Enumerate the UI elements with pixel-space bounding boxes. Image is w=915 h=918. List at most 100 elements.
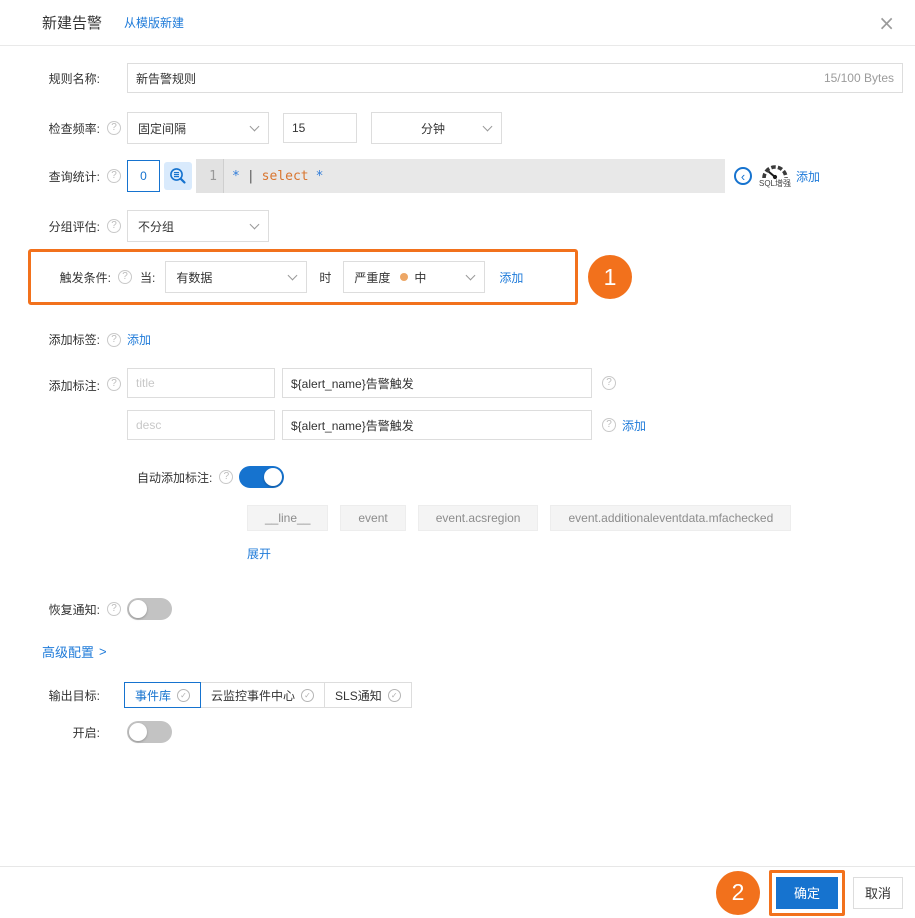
auto-annotation-toggle[interactable] (239, 466, 285, 488)
add-annotation-link[interactable]: 添加 (622, 417, 646, 434)
advanced-config-row: 高级配置 > (30, 642, 903, 661)
add-tags-row: 添加标签: ? 添加 (30, 331, 903, 348)
add-tag-link[interactable]: 添加 (127, 331, 151, 348)
chevron-down-icon (287, 270, 298, 281)
recovery-notify-label: 恢复通知: (48, 602, 100, 617)
chevron-down-icon (482, 121, 493, 132)
trigger-condition-select[interactable]: 有数据 (165, 261, 308, 293)
dialog-body: 规则名称: 15/100 Bytes 检查频率: ? 固定间隔 分钟 查询统计:… (0, 46, 915, 743)
cancel-button[interactable]: 取消 (853, 876, 903, 909)
expand-row: 展开 (30, 545, 903, 562)
check-circle-icon: ✓ (177, 688, 191, 702)
tab-sls-notification[interactable]: SLS通知 ✓ (324, 682, 412, 708)
preview-query-button[interactable] (164, 162, 192, 190)
dialog-header: 新建告警 从模版新建 × (0, 0, 915, 46)
chevron-down-icon (249, 121, 260, 132)
sql-enhance-label: SQL增强 (759, 179, 792, 188)
code-token: select (261, 168, 309, 184)
enable-label: 开启: (72, 725, 100, 740)
search-icon (170, 168, 186, 184)
interval-type-value: 固定间隔 (138, 121, 187, 136)
tab-cloudmonitor-event-center[interactable]: 云监控事件中心 ✓ (200, 682, 326, 708)
trigger-condition-row: 触发条件: ? 当: 有数据 时 严重度 中 添加 1 (28, 249, 903, 305)
annotation-key-input[interactable] (127, 410, 275, 440)
add-query-link[interactable]: 添加 (796, 168, 820, 185)
help-icon[interactable]: ? (219, 470, 234, 484)
auto-annotation-row: 自动添加标注: ? (30, 466, 903, 488)
annotation-badge-2: 2 (716, 870, 760, 915)
expand-link[interactable]: 展开 (247, 547, 271, 561)
tab-label: SLS通知 (335, 688, 382, 703)
annotation-value-input[interactable] (282, 368, 592, 398)
dialog-title: 新建告警 (42, 15, 103, 32)
help-icon[interactable]: ? (107, 169, 121, 183)
confirm-button[interactable]: 确定 (776, 876, 838, 909)
annotation-badge-1: 1 (588, 255, 632, 299)
help-icon[interactable]: ? (602, 418, 616, 432)
severity-prefix: 严重度 (354, 270, 391, 285)
chip: event.acsregion (417, 505, 539, 531)
output-target-row: 输出目标: 事件库 ✓ 云监控事件中心 ✓ SLS通知 ✓ (30, 682, 903, 708)
code-token: | (246, 168, 255, 184)
annotation-key-input[interactable] (127, 368, 275, 398)
help-icon[interactable]: ? (107, 377, 121, 391)
enable-toggle[interactable] (127, 721, 172, 743)
rule-name-input[interactable] (127, 63, 903, 93)
interval-type-select[interactable]: 固定间隔 (127, 112, 269, 144)
auto-annotation-label: 自动添加标注: (137, 470, 213, 485)
close-icon[interactable]: × (878, 13, 895, 33)
severity-value: 中 (414, 270, 427, 285)
trigger-when-label: 当: (140, 270, 156, 285)
annotation-row-title: ? (127, 368, 646, 398)
rule-name-row: 规则名称: 15/100 Bytes (30, 63, 903, 93)
group-eval-row: 分组评估: ? 不分组 (30, 210, 903, 242)
collapse-editor-icon[interactable]: ‹ (734, 167, 752, 185)
trigger-label: 触发条件: (59, 270, 111, 285)
editor-line-number: 1 (196, 159, 224, 193)
check-frequency-label: 检查频率: (48, 121, 100, 136)
annotation-row-desc: ? 添加 (127, 410, 646, 440)
query-code: * | select * (224, 169, 323, 184)
add-trigger-link[interactable]: 添加 (499, 269, 523, 286)
help-icon[interactable]: ? (602, 376, 616, 390)
chip: event (340, 505, 406, 531)
sql-enhance-button[interactable]: SQL增强 (759, 163, 791, 189)
create-from-template-link[interactable]: 从模版新建 (124, 14, 184, 31)
annotation-value-input[interactable] (282, 410, 592, 440)
help-icon[interactable]: ? (107, 602, 121, 616)
group-eval-label: 分组评估: (48, 219, 100, 234)
tab-event-store[interactable]: 事件库 ✓ (124, 682, 202, 708)
query-index-box[interactable]: 0 (127, 160, 160, 192)
chevron-down-icon (249, 219, 260, 230)
help-icon[interactable]: ? (107, 121, 121, 135)
advanced-config-link[interactable]: 高级配置 (42, 642, 94, 661)
annotations-label: 添加标注: (48, 379, 100, 393)
toggle-knob (264, 468, 283, 486)
interval-unit-select[interactable]: 分钟 (371, 112, 502, 144)
toggle-knob (129, 600, 147, 618)
recovery-notify-toggle[interactable] (127, 598, 172, 620)
check-circle-icon: ✓ (387, 688, 401, 702)
help-icon[interactable]: ? (107, 219, 121, 233)
code-token: * (232, 168, 240, 184)
severity-select[interactable]: 严重度 中 (343, 261, 486, 293)
confirm-highlight-box: 确定 (769, 869, 845, 916)
recovery-notify-row: 恢复通知: ? (30, 598, 903, 620)
query-code-editor[interactable]: 1 * | select * (196, 159, 725, 193)
help-icon[interactable]: ? (118, 270, 132, 284)
rule-name-wrap: 15/100 Bytes (127, 63, 903, 93)
check-circle-icon: ✓ (301, 688, 315, 702)
chevron-down-icon (465, 270, 476, 281)
chip: event.additionaleventdata.mfachecked (550, 505, 792, 531)
tab-label: 事件库 (135, 688, 172, 703)
help-icon[interactable]: ? (107, 332, 121, 347)
interval-value-input[interactable] (283, 113, 357, 143)
group-eval-select[interactable]: 不分组 (127, 210, 269, 242)
add-tags-label: 添加标签: (48, 333, 100, 347)
dialog-footer: 2 确定 取消 (0, 866, 915, 918)
trigger-condition-value: 有数据 (176, 270, 213, 285)
annotations-list: ? ? 添加 (127, 368, 646, 440)
group-eval-value: 不分组 (138, 219, 175, 234)
query-stats-label: 查询统计: (48, 169, 100, 184)
trigger-then-label: 时 (319, 270, 332, 285)
